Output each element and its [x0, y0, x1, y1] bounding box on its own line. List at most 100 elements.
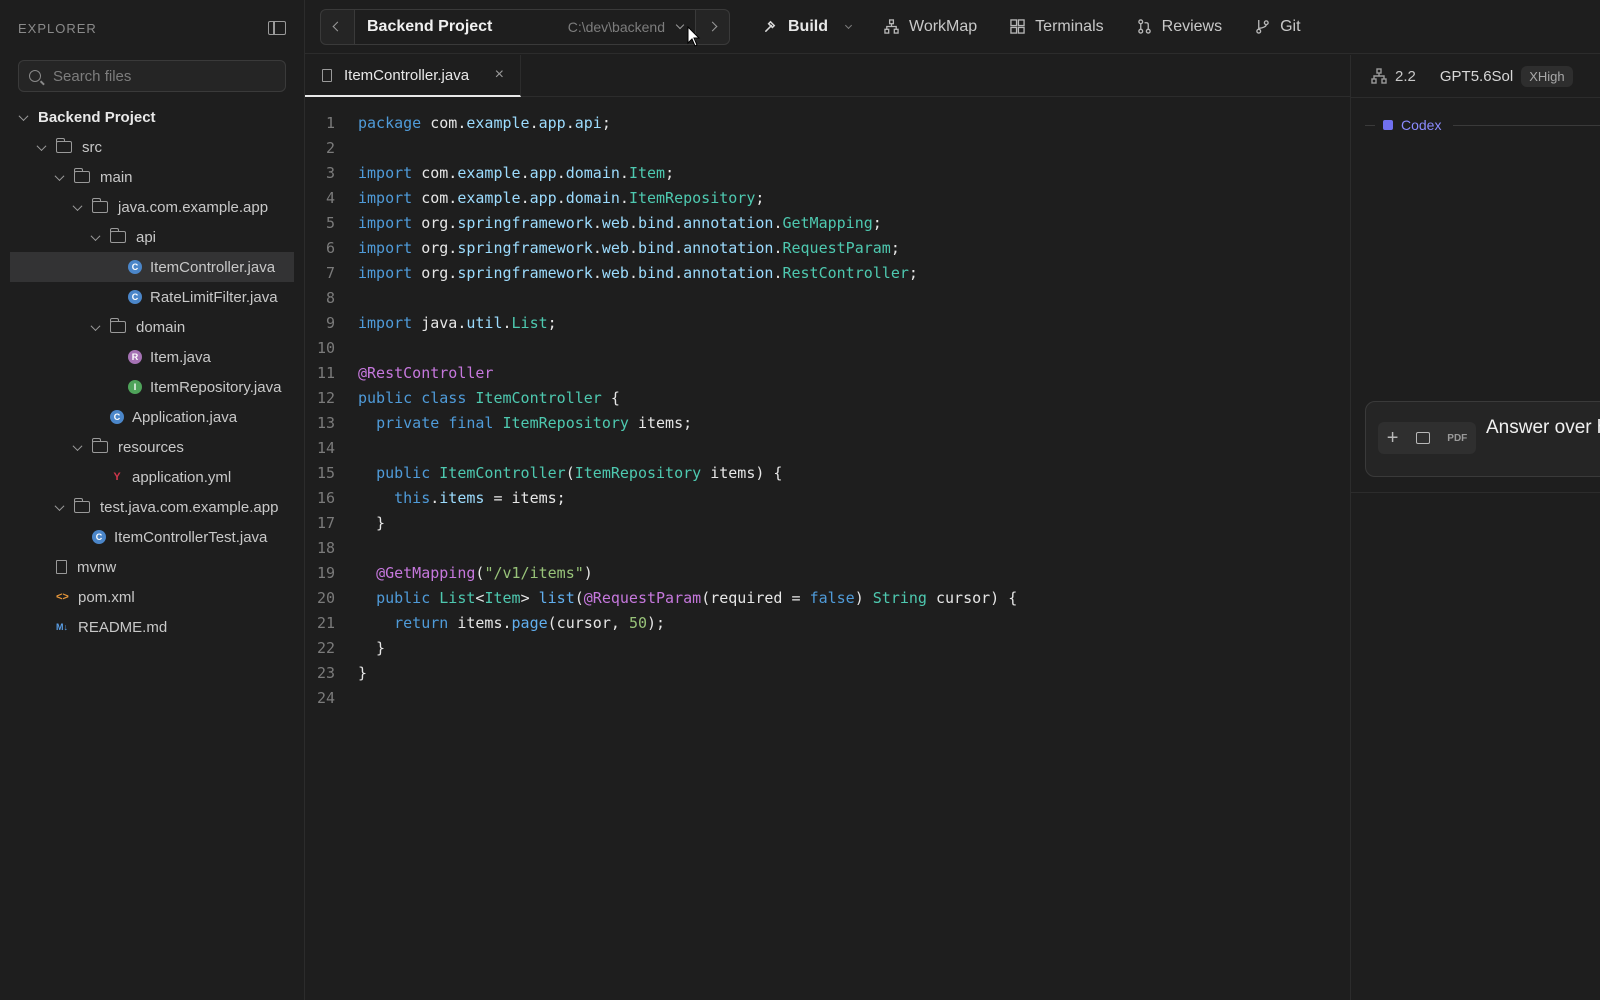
tab-itemcontroller[interactable]: ItemController.java × — [305, 55, 521, 97]
image-icon[interactable] — [1415, 432, 1430, 444]
file-tree: Backend Project src main java.com.example.a… — [0, 102, 304, 642]
code-line[interactable]: 1 package com.example.app.api; — [305, 114, 1350, 139]
menu-workmap[interactable]: WorkMap — [884, 18, 977, 36]
line-number: 1 — [325, 114, 335, 132]
code-line[interactable]: 16 this.items = items; — [305, 489, 1350, 514]
code-token: example — [457, 164, 521, 182]
tree-item[interactable]: C ItemControllerTest.java — [0, 522, 304, 552]
tab-close-icon[interactable]: × — [495, 66, 504, 84]
chevron-down-icon[interactable] — [72, 202, 82, 212]
chevron-down-icon[interactable] — [72, 442, 82, 452]
chevron-down-icon[interactable] — [36, 142, 46, 152]
tree-item[interactable]: <> pom.xml — [0, 582, 304, 612]
code-line[interactable]: 17 } — [305, 514, 1350, 539]
code-line[interactable]: 13 private final ItemRepository items; — [305, 414, 1350, 439]
menu-terminals[interactable]: Terminals — [1010, 18, 1104, 36]
message-composer[interactable]: + PDF Answer over hint — [1365, 401, 1600, 477]
code-token: example — [457, 189, 521, 207]
line-number: 17 — [316, 514, 335, 532]
code-line[interactable]: 5 import org.springframework.web.bind.ann… — [305, 214, 1350, 239]
code-token: com. — [421, 114, 467, 132]
git-pull-request-icon — [1137, 19, 1151, 34]
divider — [1351, 492, 1600, 493]
code-token: Item — [628, 164, 666, 182]
code-text: import org.springframework.web.bind.anno… — [358, 239, 900, 264]
tree-item[interactable]: M↓ README.md — [0, 612, 304, 642]
code-token: items — [439, 489, 485, 507]
tree-item-label: Item.java — [150, 348, 211, 366]
menu-build[interactable]: Build — [763, 18, 853, 36]
tree-item[interactable]: src — [0, 132, 304, 162]
tree-item[interactable]: api — [0, 222, 304, 252]
code-line[interactable]: 11 @RestController — [305, 364, 1350, 389]
effort-badge[interactable]: XHigh — [1521, 65, 1573, 87]
tree-item[interactable]: java.com.example.app — [0, 192, 304, 222]
tree-item[interactable]: C ItemController.java — [10, 252, 294, 282]
code-token: . — [556, 164, 566, 182]
nav-back-button[interactable] — [321, 10, 354, 44]
code-line[interactable]: 15 public ItemController(ItemRepository … — [305, 464, 1350, 489]
tree-item-label: ItemRepository.java — [150, 378, 282, 396]
chevron-right-icon — [707, 21, 718, 32]
code-token: ) — [583, 564, 593, 582]
pdf-attach-button[interactable]: PDF — [1447, 433, 1467, 444]
chevron-down-icon[interactable] — [54, 502, 64, 512]
code-line[interactable]: 6 import org.springframework.web.bind.ann… — [305, 239, 1350, 264]
code-editor[interactable]: 1 package com.example.app.api; 2 3 import co… — [305, 114, 1350, 714]
search-input[interactable] — [53, 67, 273, 85]
chevron-down-icon[interactable] — [90, 232, 100, 242]
code-text: import com.example.app.domain.Item; — [358, 164, 674, 189]
code-line[interactable]: 2 — [305, 139, 1350, 164]
chevron-down-icon[interactable] — [18, 112, 28, 122]
tree-item[interactable]: R Item.java — [0, 342, 304, 372]
code-line[interactable]: 8 — [305, 289, 1350, 314]
search-icon — [29, 70, 41, 82]
code-line[interactable]: 18 — [305, 539, 1350, 564]
chevron-down-icon[interactable] — [90, 322, 100, 332]
tree-item[interactable]: I ItemRepository.java — [0, 372, 304, 402]
code-token: (cursor, — [547, 614, 629, 632]
chevron-down-icon[interactable] — [54, 172, 64, 182]
code-line[interactable]: 20 public List<Item> list(@RequestParam(… — [305, 589, 1350, 614]
add-attachment-button[interactable]: + — [1387, 427, 1399, 450]
tree-item[interactable]: C RateLimitFilter.java — [0, 282, 304, 312]
code-line[interactable]: 10 — [305, 339, 1350, 364]
build-dropdown-icon[interactable] — [844, 21, 853, 29]
code-token: ) — [854, 589, 873, 607]
menu-reviews[interactable]: Reviews — [1137, 18, 1222, 36]
tree-item-label: Backend Project — [38, 108, 156, 126]
model-selector[interactable]: GPT5.6Sol — [1440, 68, 1513, 85]
code-token: ItemRepository — [502, 414, 629, 432]
tree-item[interactable]: main — [0, 162, 304, 192]
search-box[interactable] — [18, 60, 286, 92]
tree-item[interactable]: domain — [0, 312, 304, 342]
line-number: 2 — [325, 139, 335, 157]
tree-item[interactable]: Backend Project — [0, 102, 304, 132]
code-line[interactable]: 7 import org.springframework.web.bind.ann… — [305, 264, 1350, 289]
code-line[interactable]: 14 — [305, 439, 1350, 464]
sidebar-toggle-icon[interactable] — [268, 21, 286, 35]
tree-item[interactable]: mvnw — [0, 552, 304, 582]
code-line[interactable]: 19 @GetMapping("/v1/items") — [305, 564, 1350, 589]
tree-item[interactable]: Yapplication.yml — [0, 462, 304, 492]
tree-item[interactable]: test.java.com.example.app — [0, 492, 304, 522]
menu-git[interactable]: Git — [1255, 18, 1301, 36]
code-line[interactable]: 3 import com.example.app.domain.Item; — [305, 164, 1350, 189]
code-line[interactable]: 4 import com.example.app.domain.ItemRepos… — [305, 189, 1350, 214]
composer-input[interactable]: Answer over hint — [1486, 414, 1600, 442]
code-line[interactable]: 12 public class ItemController { — [305, 389, 1350, 414]
tree-item[interactable]: C Application.java — [0, 402, 304, 432]
tree-item[interactable]: resources — [0, 432, 304, 462]
divider — [1365, 124, 1375, 126]
code-line[interactable]: 24 — [305, 689, 1350, 714]
code-token: > — [520, 589, 539, 607]
code-line[interactable]: 21 return items.page(cursor, 50); — [305, 614, 1350, 639]
code-line[interactable]: 23} — [305, 664, 1350, 689]
tree-item-label: test.java.com.example.app — [100, 498, 279, 516]
code-line[interactable]: 22 } — [305, 639, 1350, 664]
code-line[interactable]: 9 import java.util.List; — [305, 314, 1350, 339]
code-token: web — [601, 239, 629, 257]
folder-icon — [55, 138, 72, 153]
chevron-down-icon — [675, 20, 685, 30]
project-selector[interactable]: Backend Project C:\dev\backend — [354, 9, 696, 44]
